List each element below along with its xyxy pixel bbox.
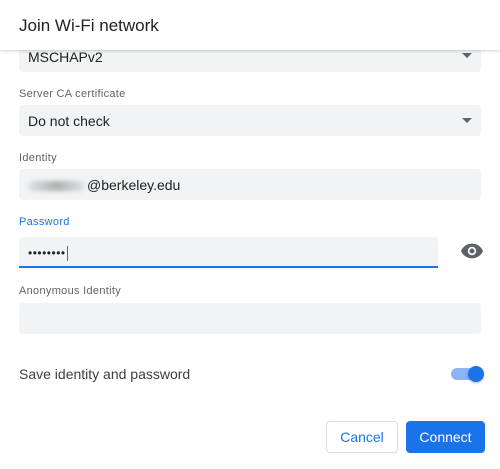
server-ca-label: Server CA certificate — [19, 88, 126, 100]
password-mask: •••••••• — [28, 246, 66, 260]
caret-down-icon — [462, 118, 472, 123]
password-value: •••••••• — [28, 246, 68, 262]
identity-value: @berkeley.edu — [28, 177, 180, 193]
eye-icon[interactable] — [461, 243, 483, 259]
caret-down-icon — [462, 53, 472, 58]
cancel-button[interactable]: Cancel — [326, 421, 398, 453]
server-ca-value: Do not check — [28, 113, 110, 129]
anonymous-identity-input[interactable] — [19, 303, 481, 334]
server-ca-select[interactable]: Do not check — [19, 105, 481, 136]
phase2-auth-value: MSCHAPv2 — [28, 49, 103, 65]
identity-input[interactable]: @berkeley.edu — [19, 169, 481, 200]
password-input[interactable]: •••••••• — [19, 237, 438, 268]
identity-label: Identity — [19, 152, 57, 164]
connect-button[interactable]: Connect — [406, 421, 485, 453]
identity-domain: @berkeley.edu — [87, 177, 181, 193]
redacted-username — [28, 181, 85, 192]
password-label: Password — [19, 216, 70, 228]
dialog-title: Join Wi-Fi network — [19, 16, 159, 35]
anonymous-identity-label: Anonymous Identity — [19, 285, 122, 297]
dialog-header: Join Wi-Fi network — [0, 0, 500, 50]
save-identity-toggle[interactable] — [451, 366, 484, 382]
join-wifi-dialog: Join Wi-Fi network MSCHAPv2 Server CA ce… — [0, 0, 500, 469]
text-cursor — [66, 246, 68, 262]
toggle-knob — [468, 366, 484, 382]
save-identity-label: Save identity and password — [19, 366, 191, 382]
